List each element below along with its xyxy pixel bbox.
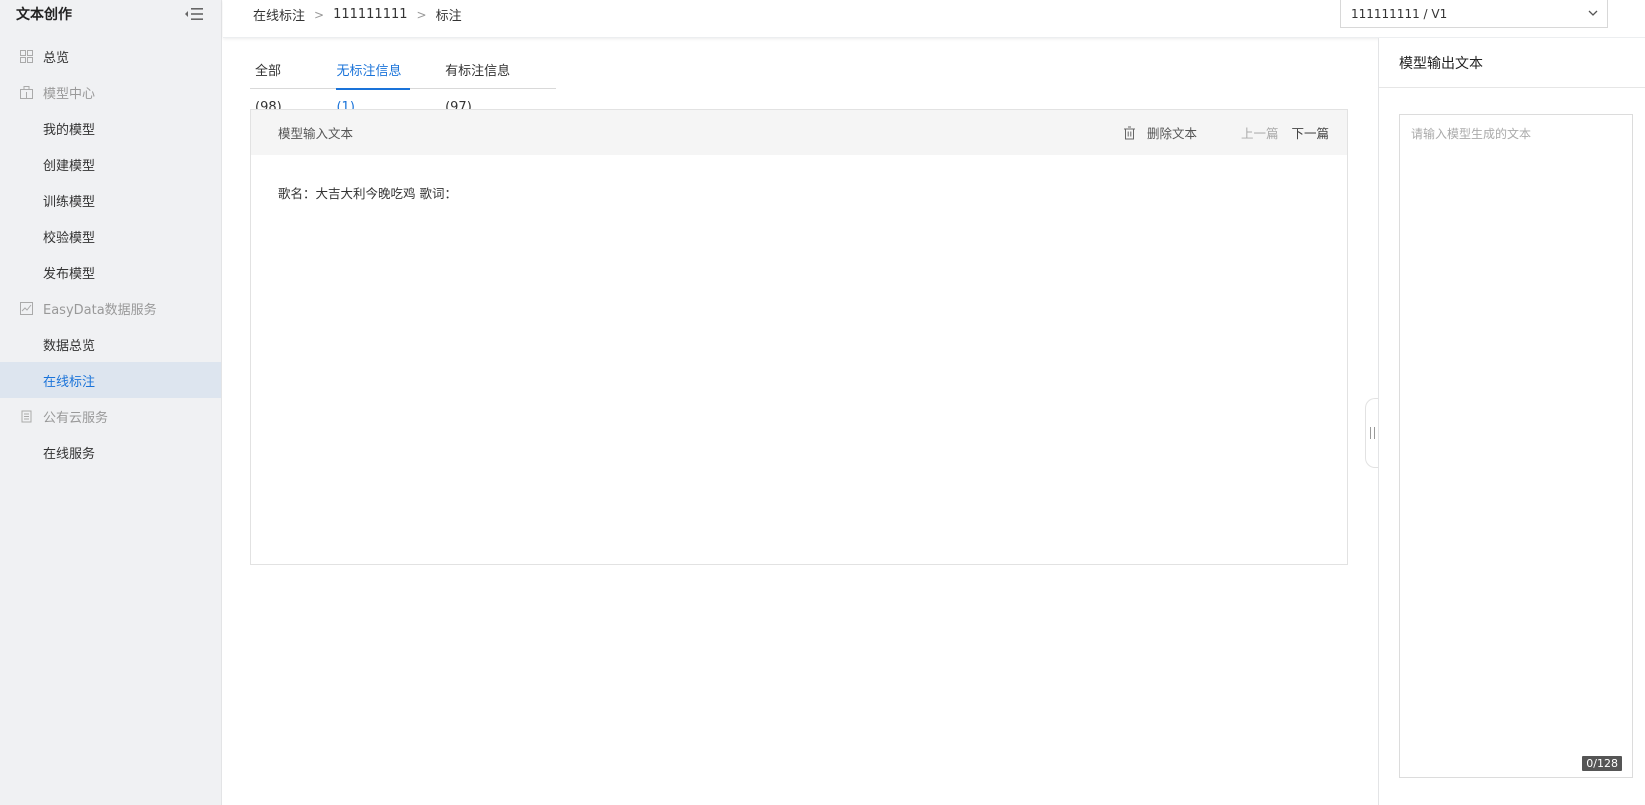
tab-all[interactable]: 全部(98) (255, 54, 301, 115)
breadcrumb: 在线标注 > 111111111 > 标注 (253, 5, 462, 24)
sidebar-group-easydata: EasyData数据服务 (0, 290, 221, 326)
filter-tabs: 全部(98) 无标注信息(1) 有标注信息(97) (250, 54, 556, 115)
breadcrumb-item-annotate: 标注 (435, 9, 462, 24)
output-text-input[interactable] (1400, 115, 1632, 777)
server-icon (20, 410, 33, 423)
output-panel: 模型输出文本 0/128 (1378, 38, 1645, 805)
sidebar-item-validate-model[interactable]: 校验模型 (0, 218, 221, 254)
output-text-box: 0/128 (1399, 114, 1633, 778)
input-text-card: 模型输入文本 删除文本 上一篇 下一篇 歌名：大吉大利今晚吃鸡 歌词： (250, 109, 1348, 565)
sidebar-group-label: 模型中心 (43, 86, 96, 102)
tab-unlabeled[interactable]: 无标注信息(1) (336, 54, 410, 115)
sidebar-item-label: 校验模型 (43, 230, 96, 246)
sidebar-item-train-model[interactable]: 训练模型 (0, 182, 221, 218)
building-icon (20, 85, 33, 99)
sidebar: 文本创作 总览 模型中心 我的模型 创建模型 训练模型 校验模型 发布模型 Ea… (0, 0, 222, 805)
sidebar-item-online-annotation[interactable]: 在线标注 (0, 362, 221, 398)
char-counter: 0/128 (1582, 756, 1622, 771)
version-select[interactable]: 111111111 / V1 (1340, 0, 1608, 28)
sidebar-item-create-model[interactable]: 创建模型 (0, 146, 221, 182)
sidebar-item-label: 创建模型 (43, 158, 96, 174)
sidebar-group-model-center: 模型中心 (0, 74, 221, 110)
version-select-value: 111111111 / V1 (1351, 6, 1448, 21)
output-panel-title: 模型输出文本 (1379, 30, 1645, 88)
chevron-right-icon: > (314, 7, 325, 22)
sidebar-item-label: 训练模型 (43, 194, 96, 210)
grip-icon (1370, 427, 1375, 439)
sidebar-group-label: EasyData数据服务 (43, 302, 157, 318)
breadcrumb-item-dataset[interactable]: 111111111 (333, 7, 407, 22)
sidebar-item-online-service[interactable]: 在线服务 (0, 434, 221, 470)
chevron-right-icon: > (416, 7, 427, 22)
chart-icon (20, 301, 33, 315)
trash-icon (1123, 126, 1137, 140)
sidebar-item-label: 总览 (43, 50, 70, 66)
sidebar-item-label: 在线服务 (43, 446, 96, 462)
dashboard-icon (20, 49, 33, 63)
next-button[interactable]: 下一篇 (1291, 123, 1329, 142)
sidebar-item-publish-model[interactable]: 发布模型 (0, 254, 221, 290)
card-actions: 删除文本 上一篇 下一篇 (1123, 110, 1329, 155)
sidebar-header: 文本创作 (0, 0, 221, 28)
collapse-sidebar-icon[interactable] (183, 6, 205, 22)
main-content: 全部(98) 无标注信息(1) 有标注信息(97) 模型输入文本 删除文本 上一… (223, 38, 1378, 805)
delete-text-button[interactable]: 删除文本 (1123, 123, 1197, 142)
sidebar-item-overview[interactable]: 总览 (0, 38, 221, 74)
sidebar-title: 文本创作 (16, 7, 72, 23)
sidebar-item-label: 我的模型 (43, 122, 96, 138)
sidebar-group-public-cloud: 公有云服务 (0, 398, 221, 434)
previous-button[interactable]: 上一篇 (1241, 123, 1279, 142)
panel-resize-handle[interactable] (1365, 398, 1379, 468)
sidebar-item-label: 在线标注 (43, 374, 96, 390)
sidebar-item-label: 发布模型 (43, 266, 96, 282)
card-title: 模型输入文本 (278, 126, 354, 141)
delete-text-label: 删除文本 (1146, 126, 1197, 141)
card-header: 模型输入文本 删除文本 上一篇 下一篇 (251, 110, 1347, 155)
sidebar-group-label: 公有云服务 (43, 410, 109, 426)
sidebar-item-my-models[interactable]: 我的模型 (0, 110, 221, 146)
sidebar-item-data-overview[interactable]: 数据总览 (0, 326, 221, 362)
tab-labeled[interactable]: 有标注信息(97) (445, 54, 526, 115)
sidebar-item-label: 数据总览 (43, 338, 96, 354)
breadcrumb-item-online-annotation[interactable]: 在线标注 (253, 5, 305, 24)
chevron-down-icon (1588, 10, 1598, 16)
sidebar-menu: 总览 模型中心 我的模型 创建模型 训练模型 校验模型 发布模型 EasyDat… (0, 38, 221, 470)
input-text-content: 歌名：大吉大利今晚吃鸡 歌词： (278, 186, 457, 201)
